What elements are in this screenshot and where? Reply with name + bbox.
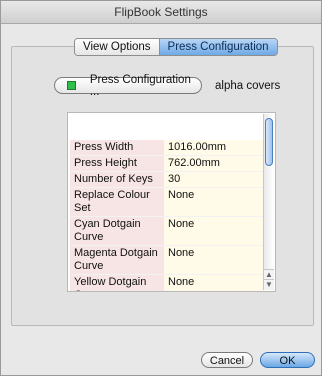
scrollbar-thumb[interactable] xyxy=(265,118,273,166)
ok-button[interactable]: OK xyxy=(260,352,315,368)
row-key: Press Width xyxy=(70,140,164,156)
status-square-icon xyxy=(67,81,76,90)
row-value: 1016.00mm xyxy=(164,140,266,156)
row-key: Number of Keys xyxy=(70,172,164,188)
table-row: Replace Colour Set None xyxy=(70,188,266,217)
window-title: FlipBook Settings xyxy=(1,1,321,24)
press-config-table: Press Width 1016.00mm Press Height 762.0… xyxy=(67,112,276,292)
row-value: None xyxy=(164,217,266,246)
row-key: Cyan Dotgain Curve xyxy=(70,217,164,246)
row-value: None xyxy=(164,275,266,291)
tab-bar: View Options Press Configuration xyxy=(74,38,278,56)
row-key: Yellow Dotgain Curve xyxy=(70,275,164,291)
tab-press-configuration[interactable]: Press Configuration xyxy=(159,39,277,55)
scroll-down-arrow-icon[interactable]: ▼ xyxy=(264,279,274,290)
row-value: None xyxy=(164,246,266,275)
table-row: Yellow Dotgain Curve None xyxy=(70,275,266,291)
row-value: 762.00mm xyxy=(164,156,266,172)
row-key: Press Height xyxy=(70,156,164,172)
press-configuration-button[interactable]: Press Configuration ... xyxy=(54,74,202,98)
row-value: 30 xyxy=(164,172,266,188)
table-scrollbar[interactable]: ▲ ▼ xyxy=(263,114,274,290)
alpha-covers-label: alpha covers xyxy=(215,80,281,92)
table-row: Press Height 762.00mm xyxy=(70,156,266,172)
flipbook-settings-window: FlipBook Settings View Options Press Con… xyxy=(0,0,322,376)
row-value: None xyxy=(164,188,266,217)
table-row: Magenta Dotgain Curve None xyxy=(70,246,266,275)
table-rows: Press Width 1016.00mm Press Height 762.0… xyxy=(70,140,266,291)
table-row: Cyan Dotgain Curve None xyxy=(70,217,266,246)
table-row: Number of Keys 30 xyxy=(70,172,266,188)
cancel-button[interactable]: Cancel xyxy=(201,352,253,368)
table-row: Press Width 1016.00mm xyxy=(70,140,266,156)
press-configuration-label: Press Configuration ... xyxy=(89,73,191,98)
row-key: Replace Colour Set xyxy=(70,188,164,217)
row-key: Magenta Dotgain Curve xyxy=(70,246,164,275)
tab-view-options[interactable]: View Options xyxy=(75,39,160,55)
